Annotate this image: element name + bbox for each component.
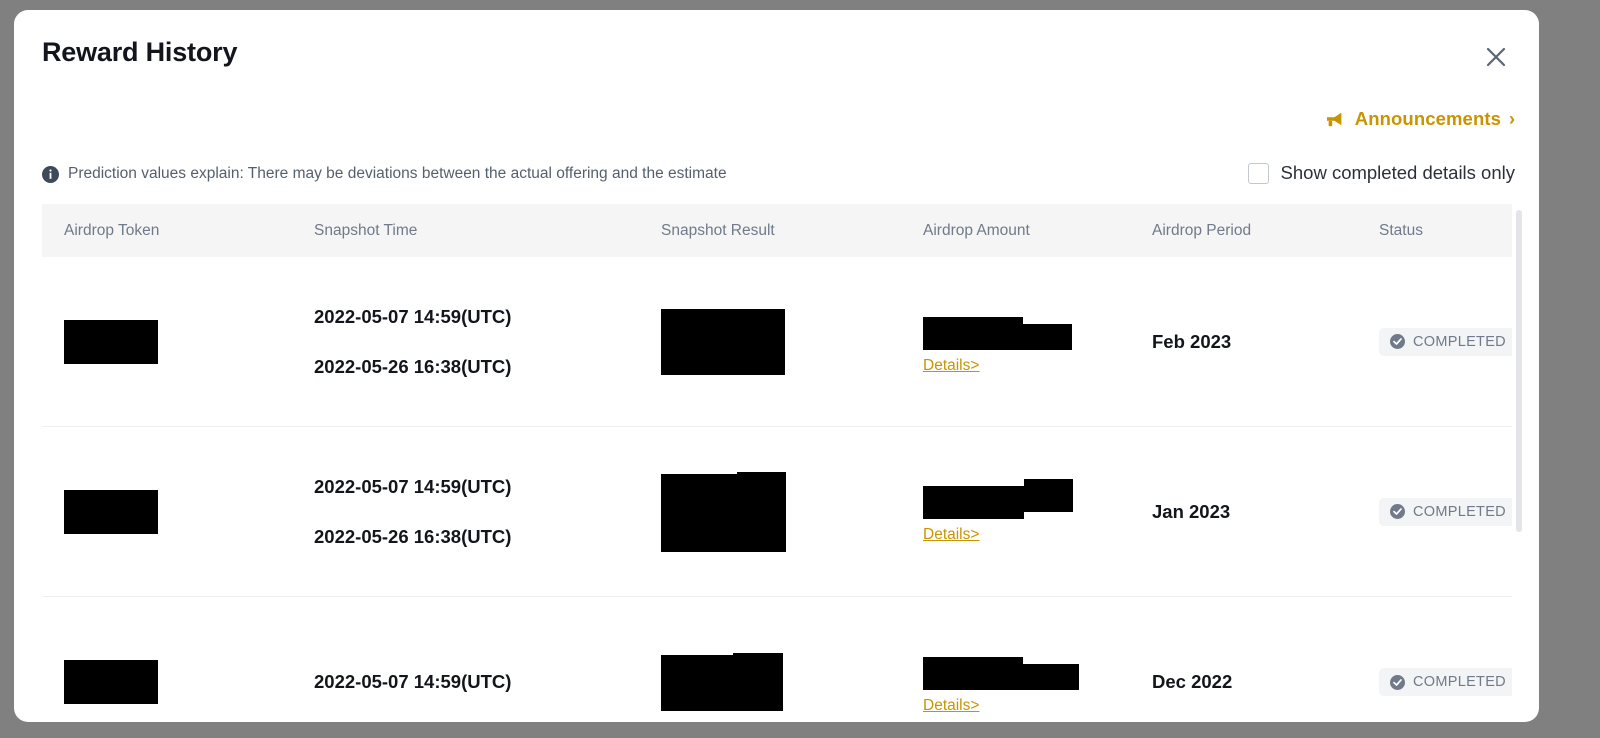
cell-airdrop-amount: Details> — [901, 479, 1130, 544]
cell-airdrop-amount: Details> — [901, 309, 1130, 375]
cell-snapshot-result — [639, 471, 901, 552]
reward-history-table: Airdrop Token Snapshot Time Snapshot Res… — [42, 204, 1512, 722]
announcements-link[interactable]: Announcements › — [1325, 108, 1515, 130]
show-completed-only-label: Show completed details only — [1280, 162, 1515, 183]
status-badge: COMPLETED — [1379, 668, 1512, 696]
cell-airdrop-token — [42, 319, 292, 364]
cell-airdrop-period: Jan 2023 — [1130, 501, 1357, 523]
redacted-token — [64, 660, 158, 704]
cell-snapshot-time: 2022-05-07 14:59(UTC) — [292, 671, 639, 693]
details-link[interactable]: Details> — [923, 697, 979, 715]
close-icon — [1486, 47, 1506, 67]
column-header-status: Status — [1379, 221, 1423, 239]
close-button[interactable] — [1479, 40, 1513, 74]
snapshot-time-value: 2022-05-26 16:38(UTC) — [314, 525, 512, 547]
page-title: Reward History — [42, 37, 238, 67]
cell-status: COMPLETED — [1357, 327, 1512, 356]
snapshot-time-value: 2022-05-26 16:38(UTC) — [314, 355, 512, 377]
column-header-airdrop-period: Airdrop Period — [1152, 221, 1252, 239]
cell-airdrop-token — [42, 489, 292, 534]
airdrop-period-value: Feb 2023 — [1152, 330, 1232, 352]
snapshot-time-value: 2022-05-07 14:59(UTC) — [314, 671, 512, 692]
redacted-snapshot-result — [661, 308, 901, 375]
cell-snapshot-result — [639, 308, 901, 375]
cell-snapshot-time: 2022-05-07 14:59(UTC) 2022-05-26 16:38(U… — [292, 476, 639, 548]
status-badge: COMPLETED — [1379, 327, 1512, 356]
announcements-label: Announcements — [1354, 108, 1501, 129]
details-link[interactable]: Details> — [923, 357, 979, 375]
status-text: COMPLETED — [1413, 674, 1506, 690]
status-text: COMPLETED — [1413, 333, 1506, 350]
airdrop-period-value: Dec 2022 — [1152, 671, 1233, 692]
prediction-note: Prediction values explain: There may be … — [42, 165, 727, 183]
check-circle-icon — [1390, 334, 1405, 349]
cell-airdrop-token — [42, 660, 292, 704]
prediction-note-text: Prediction values explain: There may be … — [68, 165, 727, 182]
cell-airdrop-period: Feb 2023 — [1130, 331, 1357, 353]
megaphone-icon — [1325, 111, 1346, 128]
check-circle-icon — [1390, 674, 1405, 690]
scrollbar-thumb[interactable] — [1516, 210, 1522, 532]
show-completed-only-checkbox[interactable] — [1247, 162, 1269, 184]
cell-snapshot-time: 2022-05-07 14:59(UTC) 2022-05-26 16:38(U… — [292, 306, 639, 378]
reward-history-modal: Reward History Announcements › Predictio… — [14, 10, 1539, 722]
redacted-airdrop-amount — [923, 650, 1079, 690]
table-row: 2022-05-07 14:59(UTC) 2022-05-26 16:38(U… — [42, 257, 1512, 427]
redacted-airdrop-amount — [923, 309, 1072, 350]
cell-snapshot-result — [639, 653, 901, 711]
info-icon — [42, 165, 59, 183]
table-row: 2022-05-07 14:59(UTC) 2022-05-26 16:38(U… — [42, 427, 1512, 597]
table-row: 2022-05-07 14:59(UTC) Details> Dec 2022 … — [42, 597, 1512, 722]
cell-airdrop-amount: Details> — [901, 650, 1130, 715]
status-badge: COMPLETED — [1379, 497, 1512, 526]
redacted-snapshot-result — [661, 471, 901, 552]
chevron-right-icon: › — [1509, 109, 1515, 129]
table-header-row: Airdrop Token Snapshot Time Snapshot Res… — [42, 204, 1512, 257]
redacted-token — [64, 489, 158, 534]
column-header-airdrop-amount: Airdrop Amount — [923, 221, 1030, 239]
column-header-snapshot-time: Snapshot Time — [314, 221, 418, 239]
snapshot-time-value: 2022-05-07 14:59(UTC) — [314, 305, 512, 327]
redacted-airdrop-amount — [923, 479, 1073, 519]
status-text: COMPLETED — [1413, 503, 1506, 520]
redacted-token — [64, 319, 158, 364]
redacted-snapshot-result — [661, 653, 901, 711]
snapshot-time-value: 2022-05-07 14:59(UTC) — [314, 475, 512, 497]
cell-status: COMPLETED — [1357, 668, 1512, 696]
details-link[interactable]: Details> — [923, 526, 979, 544]
show-completed-only-toggle[interactable]: Show completed details only — [1247, 162, 1515, 184]
meta-row: Prediction values explain: There may be … — [14, 162, 1539, 197]
cell-status: COMPLETED — [1357, 497, 1512, 526]
airdrop-period-value: Jan 2023 — [1152, 500, 1231, 522]
check-circle-icon — [1390, 504, 1405, 519]
modal-header: Reward History — [14, 10, 1539, 102]
column-header-snapshot-result: Snapshot Result — [661, 221, 775, 239]
cell-airdrop-period: Dec 2022 — [1130, 671, 1357, 693]
column-header-airdrop-token: Airdrop Token — [64, 221, 160, 239]
